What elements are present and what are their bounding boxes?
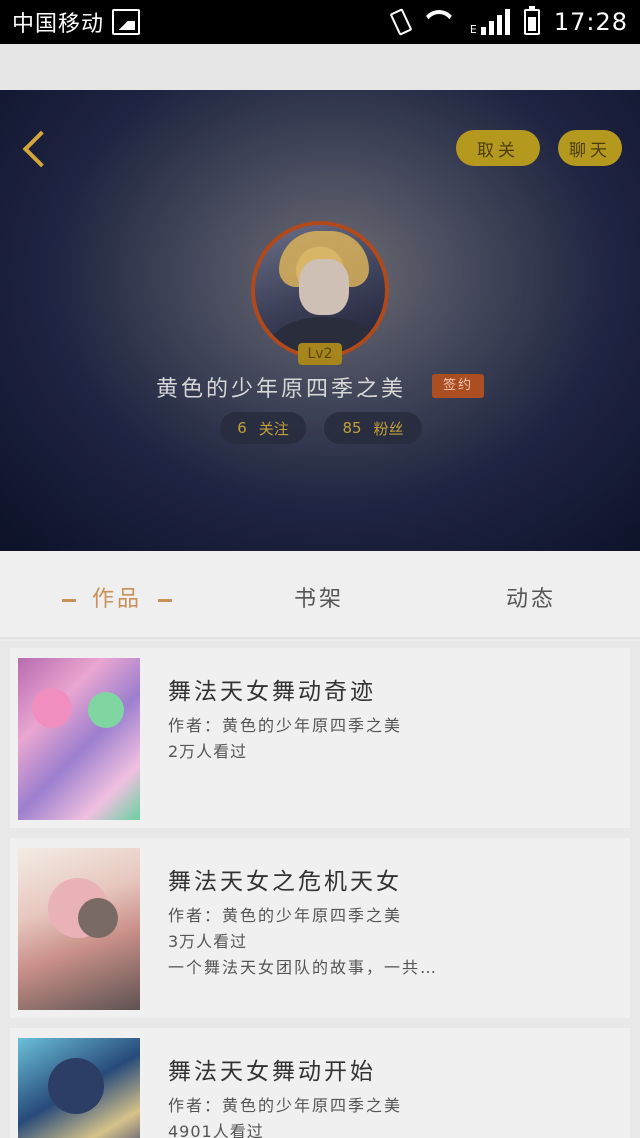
tab-works-label: 作品 bbox=[92, 587, 143, 612]
work-title: 舞法天女舞动开始 bbox=[168, 1059, 376, 1085]
work-cover-image bbox=[18, 848, 140, 1010]
back-button[interactable] bbox=[18, 132, 52, 166]
network-indicator: E bbox=[470, 9, 510, 35]
work-title: 舞法天女之危机天女 bbox=[168, 869, 402, 895]
list-item[interactable]: 舞法天女舞动奇迹 作者：黄色的少年原四季之美 2万人看过 bbox=[10, 648, 630, 828]
profile-tabs: 作品 书架 动态 bbox=[0, 551, 640, 639]
tab-bookshelf[interactable]: 书架 bbox=[294, 581, 344, 613]
following-label: 关注 bbox=[258, 419, 289, 438]
following-count: 6 bbox=[237, 419, 247, 437]
work-author: 作者：黄色的少年原四季之美 bbox=[168, 906, 403, 925]
work-views: 3万人看过 bbox=[168, 932, 248, 951]
tab-indicator-left bbox=[62, 598, 76, 602]
username: 黄色的少年原四季之美 bbox=[156, 377, 407, 402]
carrier-name: 中国移动 bbox=[12, 12, 105, 37]
status-bar: 中国移动 E 17:28 bbox=[0, 0, 640, 44]
fans-label: 粉丝 bbox=[373, 419, 404, 438]
top-strip bbox=[0, 44, 640, 90]
following-stat[interactable]: 6 关注 bbox=[220, 412, 306, 444]
wifi-icon bbox=[421, 10, 456, 34]
fans-count: 85 bbox=[342, 419, 362, 437]
image-notification-icon bbox=[112, 9, 141, 35]
battery-icon bbox=[523, 6, 540, 35]
works-list: 舞法天女舞动奇迹 作者：黄色的少年原四季之美 2万人看过 舞法天女之危机天女 作… bbox=[0, 641, 640, 1138]
status-icons: E 17:28 bbox=[388, 6, 628, 36]
work-author: 作者：黄色的少年原四季之美 bbox=[168, 1096, 403, 1115]
tab-activity[interactable]: 动态 bbox=[506, 581, 556, 613]
list-item[interactable]: 舞法天女舞动开始 作者：黄色的少年原四季之美 4901人看过 bbox=[10, 1028, 630, 1138]
clock: 17:28 bbox=[553, 8, 628, 36]
signed-badge: 签约 bbox=[432, 374, 484, 398]
chat-button[interactable]: 聊天 bbox=[558, 130, 622, 166]
work-cover-image bbox=[18, 658, 140, 820]
avatar[interactable] bbox=[251, 221, 389, 359]
work-views: 2万人看过 bbox=[168, 742, 248, 761]
work-views: 4901人看过 bbox=[168, 1122, 264, 1138]
work-title: 舞法天女舞动奇迹 bbox=[168, 679, 376, 705]
unfollow-button[interactable]: 取关 bbox=[456, 130, 540, 166]
work-cover-image bbox=[18, 1038, 140, 1138]
work-description: 一个舞法天女团队的故事，一共… bbox=[168, 958, 439, 977]
fans-stat[interactable]: 85 粉丝 bbox=[324, 412, 422, 444]
vibrate-icon bbox=[389, 8, 413, 36]
list-item[interactable]: 舞法天女之危机天女 作者：黄色的少年原四季之美 3万人看过 一个舞法天女团队的故… bbox=[10, 838, 630, 1018]
network-type-label: E bbox=[469, 23, 477, 36]
profile-header: 取关 聊天 Lv2 黄色的少年原四季之美 签约 6 关注 85 粉丝 bbox=[0, 90, 640, 551]
tab-indicator-right bbox=[158, 598, 173, 602]
tab-works[interactable]: 作品 bbox=[46, 581, 188, 613]
signal-icon bbox=[480, 9, 510, 35]
level-badge: Lv2 bbox=[298, 343, 342, 365]
work-author: 作者：黄色的少年原四季之美 bbox=[168, 716, 403, 735]
